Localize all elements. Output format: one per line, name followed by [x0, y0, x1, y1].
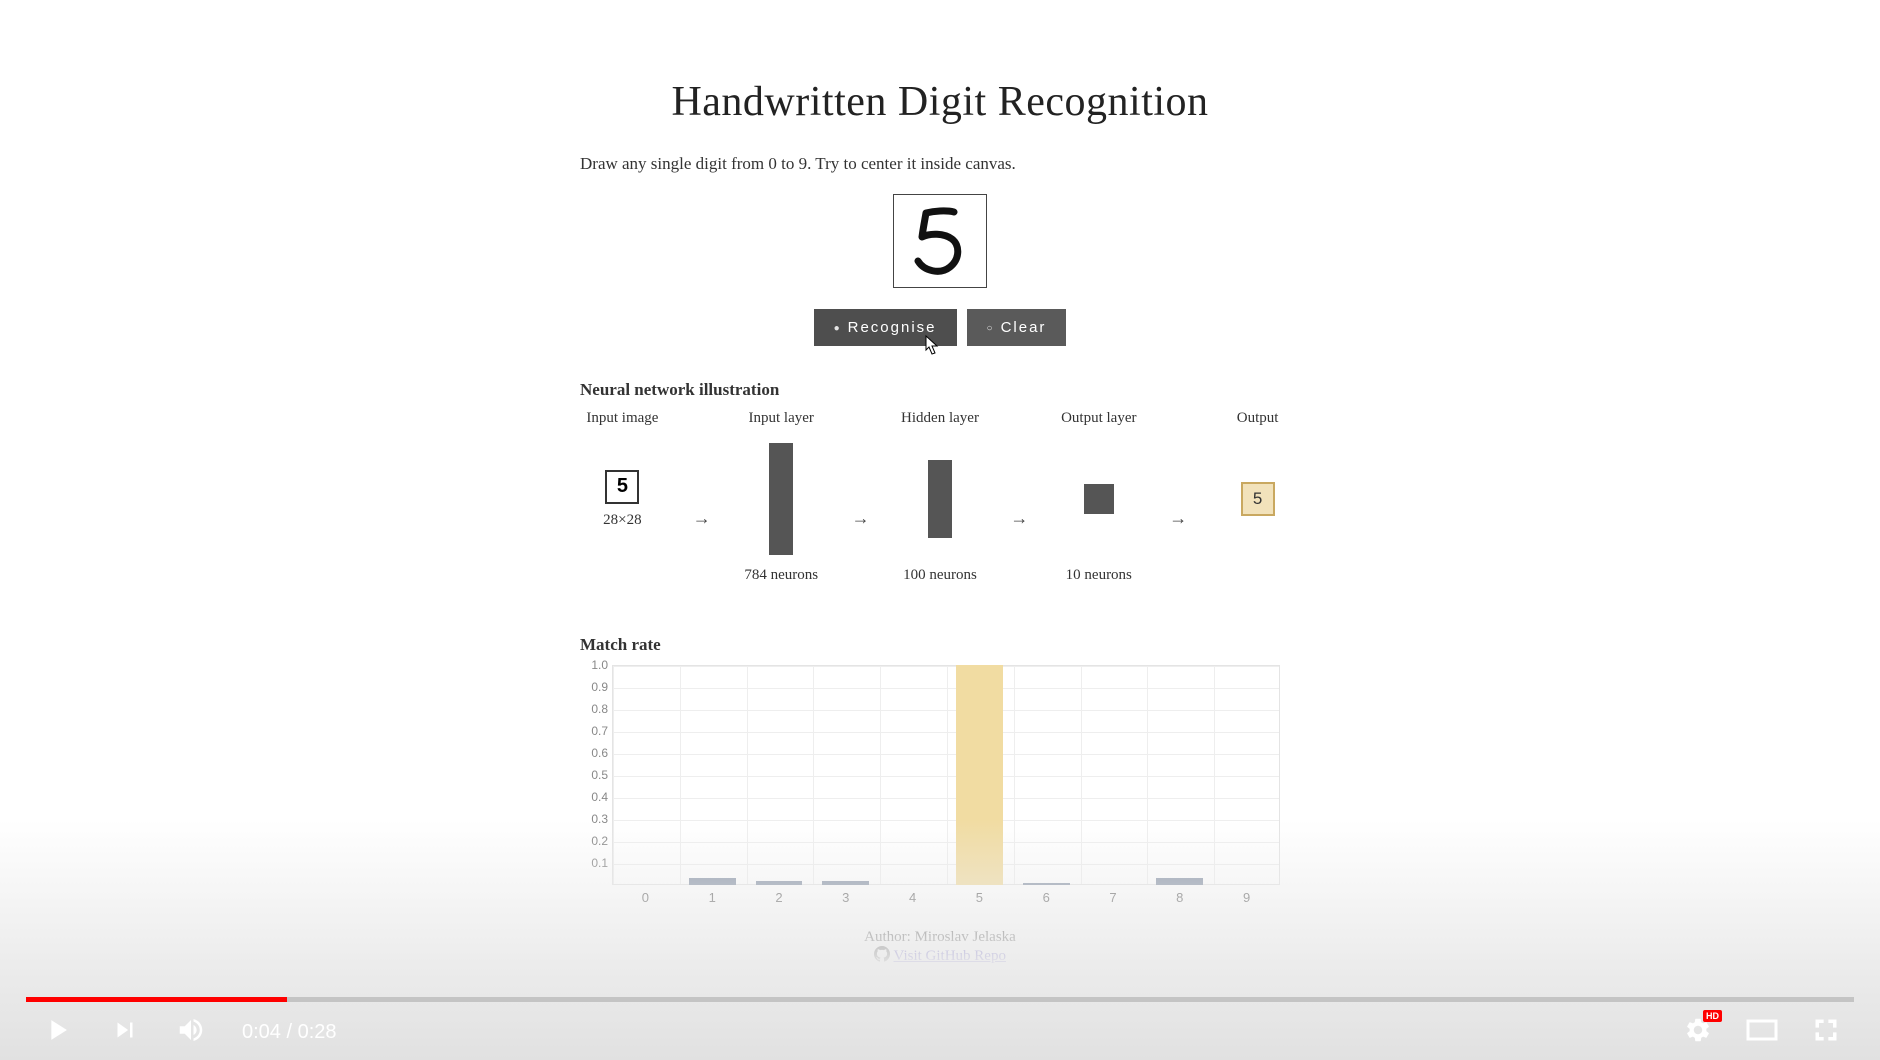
hd-badge: HD	[1703, 1010, 1722, 1022]
nn-output-value: 5	[1241, 482, 1275, 516]
chart-ytick: 0.6	[580, 746, 608, 760]
recognise-button[interactable]: ● Recognise	[814, 309, 957, 346]
github-icon	[874, 946, 890, 967]
nn-input-dims: 28×28	[603, 512, 641, 529]
chart-ytick: 0.3	[580, 812, 608, 826]
nn-input-thumb: 5	[605, 470, 639, 504]
circle-icon: ○	[987, 323, 995, 334]
video-time: 0:04 / 0:28	[242, 1021, 337, 1044]
github-link[interactable]: Visit GitHub Repo	[894, 948, 1006, 964]
chart-ytick: 0.7	[580, 724, 608, 738]
chart-section-heading: Match rate	[580, 635, 1300, 655]
nn-layer-caption: 100 neurons	[903, 567, 977, 584]
chart-xtick: 0	[642, 890, 649, 905]
chart-xtick: 5	[976, 890, 983, 905]
bullet-icon: ●	[834, 323, 842, 334]
arrow-right-icon: →	[1010, 508, 1028, 529]
next-icon[interactable]	[110, 1015, 140, 1050]
nn-col-label: Hidden layer	[901, 410, 979, 427]
arrow-right-icon: →	[1169, 508, 1187, 529]
chart-ytick: 0.2	[580, 834, 608, 848]
video-progress-track[interactable]	[26, 997, 1854, 1002]
chart-ytick: 0.1	[580, 856, 608, 870]
chart-xtick: 7	[1109, 890, 1116, 905]
chart-bar	[756, 881, 803, 885]
chart-xtick: 8	[1176, 890, 1183, 905]
chart-ytick: 0.8	[580, 702, 608, 716]
chart-bar	[689, 878, 736, 885]
chart-bar	[822, 881, 869, 885]
author-text: Author: Miroslav Jelaska	[580, 929, 1300, 946]
chart-xtick: 9	[1243, 890, 1250, 905]
recognise-button-label: Recognise	[848, 319, 937, 336]
nn-illustration: Input image 5 28×28 → Input layer 784 ne…	[580, 410, 1300, 601]
chart-ytick: 1.0	[580, 658, 608, 672]
drawn-digit-glyph	[910, 205, 966, 277]
drawing-canvas[interactable]	[893, 194, 987, 288]
chart-xtick: 1	[709, 890, 716, 905]
volume-icon[interactable]	[176, 1015, 206, 1050]
chart-xtick: 3	[842, 890, 849, 905]
nn-output-layer-bar	[1084, 484, 1114, 514]
theater-mode-icon[interactable]	[1746, 1017, 1778, 1048]
video-progress-played	[26, 997, 287, 1002]
nn-col-label: Output	[1237, 410, 1279, 427]
nn-input-layer-bar	[769, 443, 793, 555]
clear-button-label: Clear	[1001, 319, 1047, 336]
match-rate-chart: 0.10.20.30.40.50.60.70.80.91.00123456789	[580, 665, 1280, 905]
nn-section-heading: Neural network illustration	[580, 380, 1300, 400]
chart-ytick: 0.4	[580, 790, 608, 804]
page-title: Handwritten Digit Recognition	[580, 78, 1300, 126]
arrow-right-icon: →	[852, 508, 870, 529]
nn-layer-caption: 784 neurons	[744, 567, 818, 584]
chart-ytick: 0.5	[580, 768, 608, 782]
chart-xtick: 4	[909, 890, 916, 905]
nn-layer-caption: 10 neurons	[1066, 567, 1132, 584]
nn-col-label: Input layer	[749, 410, 814, 427]
nn-col-label: Input image	[586, 410, 658, 427]
chart-bar	[1023, 883, 1070, 885]
play-icon[interactable]	[40, 1013, 74, 1052]
nn-col-label: Output layer	[1061, 410, 1136, 427]
chart-xtick: 2	[775, 890, 782, 905]
chart-xtick: 6	[1043, 890, 1050, 905]
clear-button[interactable]: ○ Clear	[967, 309, 1067, 346]
chart-bar	[1156, 878, 1203, 885]
instruction-text: Draw any single digit from 0 to 9. Try t…	[580, 154, 1300, 174]
chart-bar	[956, 665, 1003, 885]
chart-ytick: 0.9	[580, 680, 608, 694]
nn-hidden-layer-bar	[928, 460, 952, 538]
fullscreen-icon[interactable]	[1812, 1016, 1840, 1049]
settings-icon[interactable]: HD	[1684, 1016, 1712, 1049]
arrow-right-icon: →	[693, 508, 711, 529]
